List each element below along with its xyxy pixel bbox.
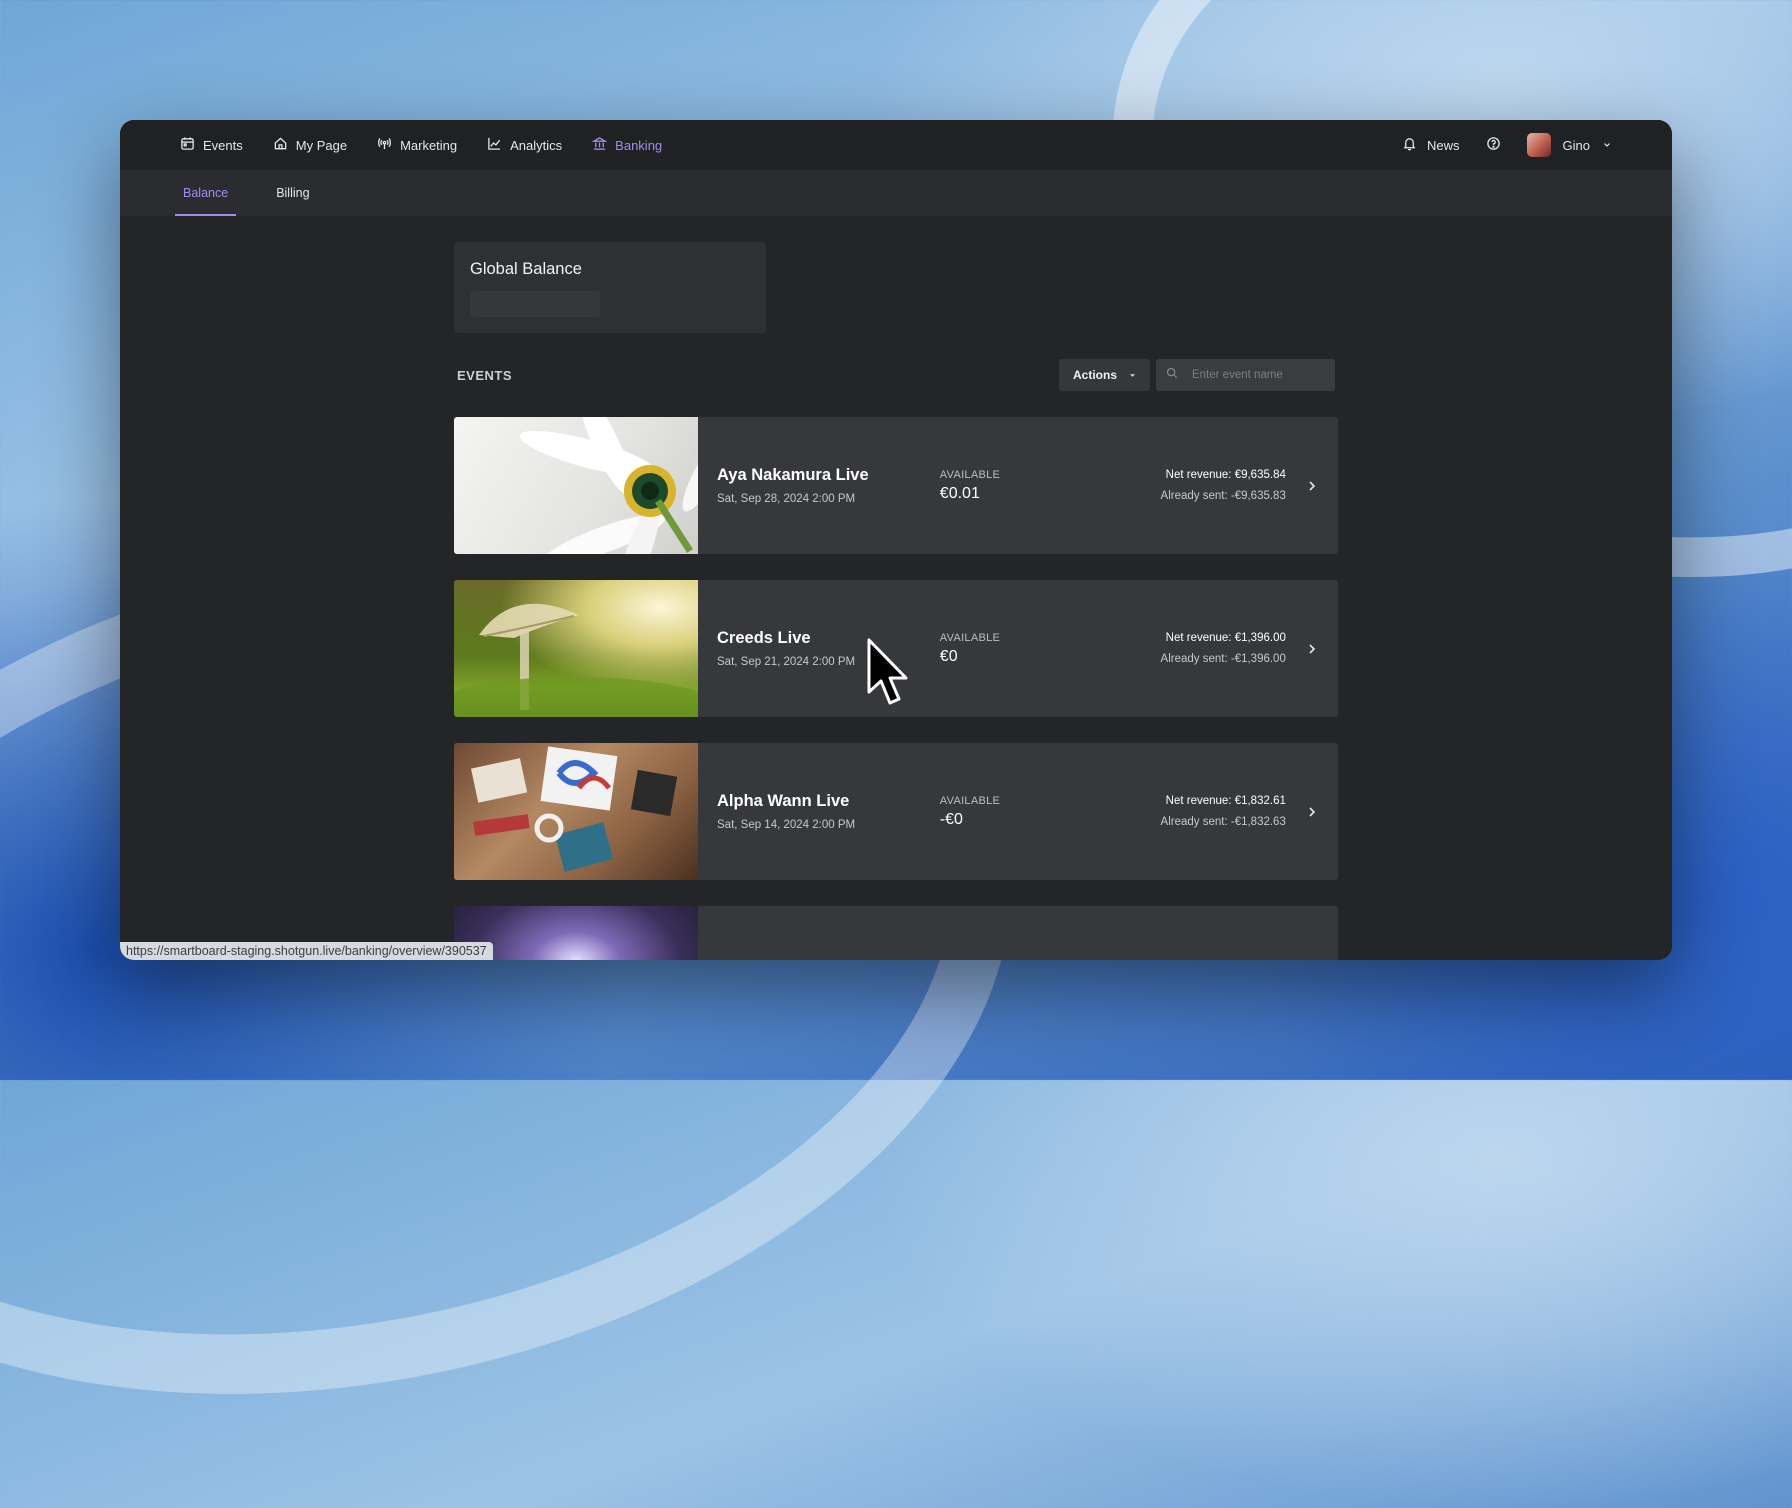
- event-name: Creeds Live: [717, 629, 811, 647]
- tab-balance[interactable]: Balance: [175, 171, 237, 216]
- event-list: Aya Nakamura Live Sat, Sep 28, 2024 2:00…: [454, 417, 1338, 960]
- event-row[interactable]: Aya Nakamura Live Sat, Sep 28, 2024 2:00…: [454, 417, 1338, 554]
- actions-label: Actions: [1072, 368, 1117, 382]
- chevron-right-icon: [1286, 643, 1338, 655]
- avatar: [1526, 133, 1551, 157]
- event-info: Aya Nakamura Live Sat, Sep 28, 2024 2:00…: [698, 466, 940, 505]
- events-tools: Actions: [1059, 359, 1335, 391]
- event-name: Alpha Wann Live: [717, 792, 850, 810]
- help-icon[interactable]: [1486, 136, 1501, 154]
- nav-item-label: Events: [203, 137, 243, 153]
- nav-item-label: Banking: [615, 137, 663, 153]
- net-revenue: Net revenue: €9,635.84: [1165, 469, 1286, 481]
- chevron-down-icon: [1602, 138, 1612, 153]
- event-thumbnail: [454, 743, 698, 880]
- net-revenue: Net revenue: €1,832.61: [1165, 795, 1286, 807]
- nav-item-my-page[interactable]: My Page: [273, 136, 347, 154]
- balance-loading-skeleton: [470, 291, 600, 317]
- event-available: AVAILABLE €0.01: [940, 469, 1096, 503]
- user-menu[interactable]: Gino: [1526, 133, 1612, 157]
- event-thumbnail: [454, 580, 698, 717]
- event-date: Sat, Sep 21, 2024 2:00 PM: [717, 656, 856, 668]
- topbar-right: News Gino: [1402, 133, 1612, 157]
- nav-item-analytics[interactable]: Analytics: [487, 136, 562, 154]
- calendar-icon: [180, 136, 195, 154]
- event-revenue: Net revenue: €1,396.00 Already sent: -€1…: [1096, 632, 1286, 665]
- link-status-bar: https://smartboard-staging.shotgun.live/…: [120, 942, 493, 960]
- event-search: [1156, 359, 1335, 391]
- available-label: AVAILABLE: [939, 631, 1001, 644]
- net-revenue: Net revenue: €1,396.00: [1165, 632, 1286, 644]
- available-value: €0: [939, 647, 958, 665]
- event-info: Alpha Wann Live Sat, Sep 14, 2024 2:00 P…: [698, 792, 940, 831]
- nav-item-label: Marketing: [400, 137, 458, 153]
- search-icon: [1166, 366, 1178, 384]
- already-sent: Already sent: -€9,635.83: [1160, 490, 1286, 502]
- event-available: AVAILABLE €0: [940, 632, 1096, 666]
- caret-down-icon: [1129, 368, 1136, 382]
- search-input[interactable]: [1190, 368, 1324, 382]
- nav-item-label: Analytics: [510, 137, 563, 153]
- user-name: Gino: [1562, 137, 1590, 153]
- event-row[interactable]: Creeds Live Sat, Sep 21, 2024 2:00 PM AV…: [454, 580, 1338, 717]
- news-button[interactable]: News: [1402, 136, 1460, 154]
- events-section-label: EVENTS: [457, 367, 513, 383]
- bell-icon: [1402, 136, 1417, 154]
- event-row[interactable]: Alpha Wann Live Sat, Sep 14, 2024 2:00 P…: [454, 743, 1338, 880]
- event-date: Sat, Sep 28, 2024 2:00 PM: [717, 493, 856, 505]
- event-thumbnail: [454, 417, 698, 554]
- event-row-partial[interactable]: [454, 906, 1338, 960]
- broadcast-icon: [377, 136, 392, 154]
- chevron-right-icon: [1286, 480, 1338, 492]
- sub-tabs: Balance Billing: [120, 171, 1672, 216]
- available-value: -€0: [939, 810, 963, 828]
- global-balance-title: Global Balance: [470, 260, 582, 278]
- bank-icon: [591, 136, 608, 154]
- tab-billing[interactable]: Billing: [268, 171, 317, 216]
- nav-item-label: My Page: [295, 137, 348, 153]
- event-revenue: Net revenue: €1,832.61 Already sent: -€1…: [1096, 795, 1286, 828]
- events-header: EVENTS Actions: [454, 359, 1338, 391]
- available-label: AVAILABLE: [939, 794, 1001, 807]
- available-label: AVAILABLE: [939, 468, 1001, 481]
- top-navbar: Events My Page Marketing Analytics Banki…: [120, 120, 1672, 171]
- global-balance-card: Global Balance: [454, 242, 766, 333]
- event-info: Creeds Live Sat, Sep 21, 2024 2:00 PM: [698, 629, 940, 668]
- already-sent: Already sent: -€1,832.63: [1160, 816, 1286, 828]
- event-available: AVAILABLE -€0: [940, 795, 1096, 829]
- nav-item-events[interactable]: Events: [180, 136, 243, 154]
- main-content: Global Balance EVENTS Actions Enter even…: [454, 242, 1338, 960]
- app-window: Events My Page Marketing Analytics Banki…: [120, 120, 1672, 960]
- nav-item-banking[interactable]: Banking: [591, 136, 663, 154]
- chart-line-icon: [487, 136, 502, 154]
- news-label: News: [1427, 137, 1460, 153]
- event-date: Sat, Sep 14, 2024 2:00 PM: [717, 819, 856, 831]
- main-nav: Events My Page Marketing Analytics Banki…: [180, 136, 662, 154]
- event-name: Aya Nakamura Live: [717, 466, 869, 484]
- available-value: €0.01: [939, 484, 980, 502]
- actions-dropdown-button[interactable]: Actions: [1059, 359, 1150, 391]
- nav-item-marketing[interactable]: Marketing: [377, 136, 457, 154]
- home-icon: [273, 136, 288, 154]
- already-sent: Already sent: -€1,396.00: [1160, 653, 1286, 665]
- event-revenue: Net revenue: €9,635.84 Already sent: -€9…: [1096, 469, 1286, 502]
- chevron-right-icon: [1286, 806, 1338, 818]
